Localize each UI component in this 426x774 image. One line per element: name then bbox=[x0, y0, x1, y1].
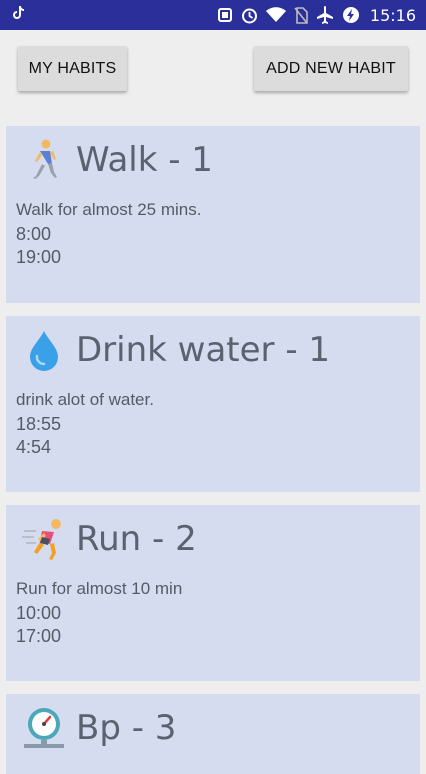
habit-card-header: Drink water - 1 bbox=[22, 328, 330, 372]
habit-description: drink alot of water. bbox=[16, 390, 154, 409]
habit-time: 17:00 bbox=[16, 626, 62, 646]
habit-card-walk[interactable]: Walk - 1 Walk for almost 25 mins. 8:00 1… bbox=[6, 126, 420, 303]
wifi-icon bbox=[265, 7, 286, 23]
alarm-icon bbox=[241, 7, 258, 24]
habit-title: Drink water - 1 bbox=[76, 330, 331, 370]
my-habits-button[interactable]: MY HABITS bbox=[18, 46, 127, 91]
running-person-icon bbox=[22, 519, 61, 560]
walking-person-icon bbox=[33, 139, 57, 179]
water-drop-icon bbox=[30, 331, 58, 371]
habit-title: Bp - 3 bbox=[76, 708, 177, 748]
cast-icon bbox=[217, 7, 233, 23]
tiktok-icon bbox=[12, 6, 24, 24]
habit-title: Walk - 1 bbox=[76, 140, 213, 180]
habit-time: 10:00 bbox=[16, 603, 62, 623]
airplane-icon bbox=[316, 6, 334, 24]
status-right: 15:16 bbox=[217, 6, 416, 25]
status-left bbox=[12, 6, 24, 24]
habit-card-header: Bp - 3 bbox=[22, 706, 176, 750]
gauge-icon bbox=[24, 708, 64, 748]
status-time: 15:16 bbox=[369, 5, 416, 25]
battery-saver-icon bbox=[342, 6, 360, 24]
habit-time: 19:00 bbox=[16, 247, 62, 267]
habit-card-header: Walk - 1 bbox=[22, 138, 213, 182]
habit-card-run[interactable]: Run - 2 Run for almost 10 min 10:00 17:0… bbox=[6, 505, 420, 681]
habit-description: Run for almost 10 min bbox=[16, 579, 183, 598]
habit-card-header: Run - 2 bbox=[22, 517, 197, 561]
toolbar: MY HABITS ADD NEW HABIT bbox=[0, 30, 426, 110]
habit-time: 4:54 bbox=[16, 437, 52, 457]
no-sim-icon bbox=[294, 6, 308, 24]
status-bar: 15:16 bbox=[0, 0, 426, 30]
habit-time: 8:00 bbox=[16, 224, 52, 244]
habit-card-drink-water[interactable]: Drink water - 1 drink alot of water. 18:… bbox=[6, 316, 420, 492]
habit-time: 18:55 bbox=[16, 414, 62, 434]
add-new-habit-button[interactable]: ADD NEW HABIT bbox=[254, 46, 408, 91]
habit-card-bp[interactable]: Bp - 3 bbox=[6, 694, 420, 774]
habit-title: Run - 2 bbox=[76, 519, 197, 559]
habit-description: Walk for almost 25 mins. bbox=[16, 200, 202, 219]
